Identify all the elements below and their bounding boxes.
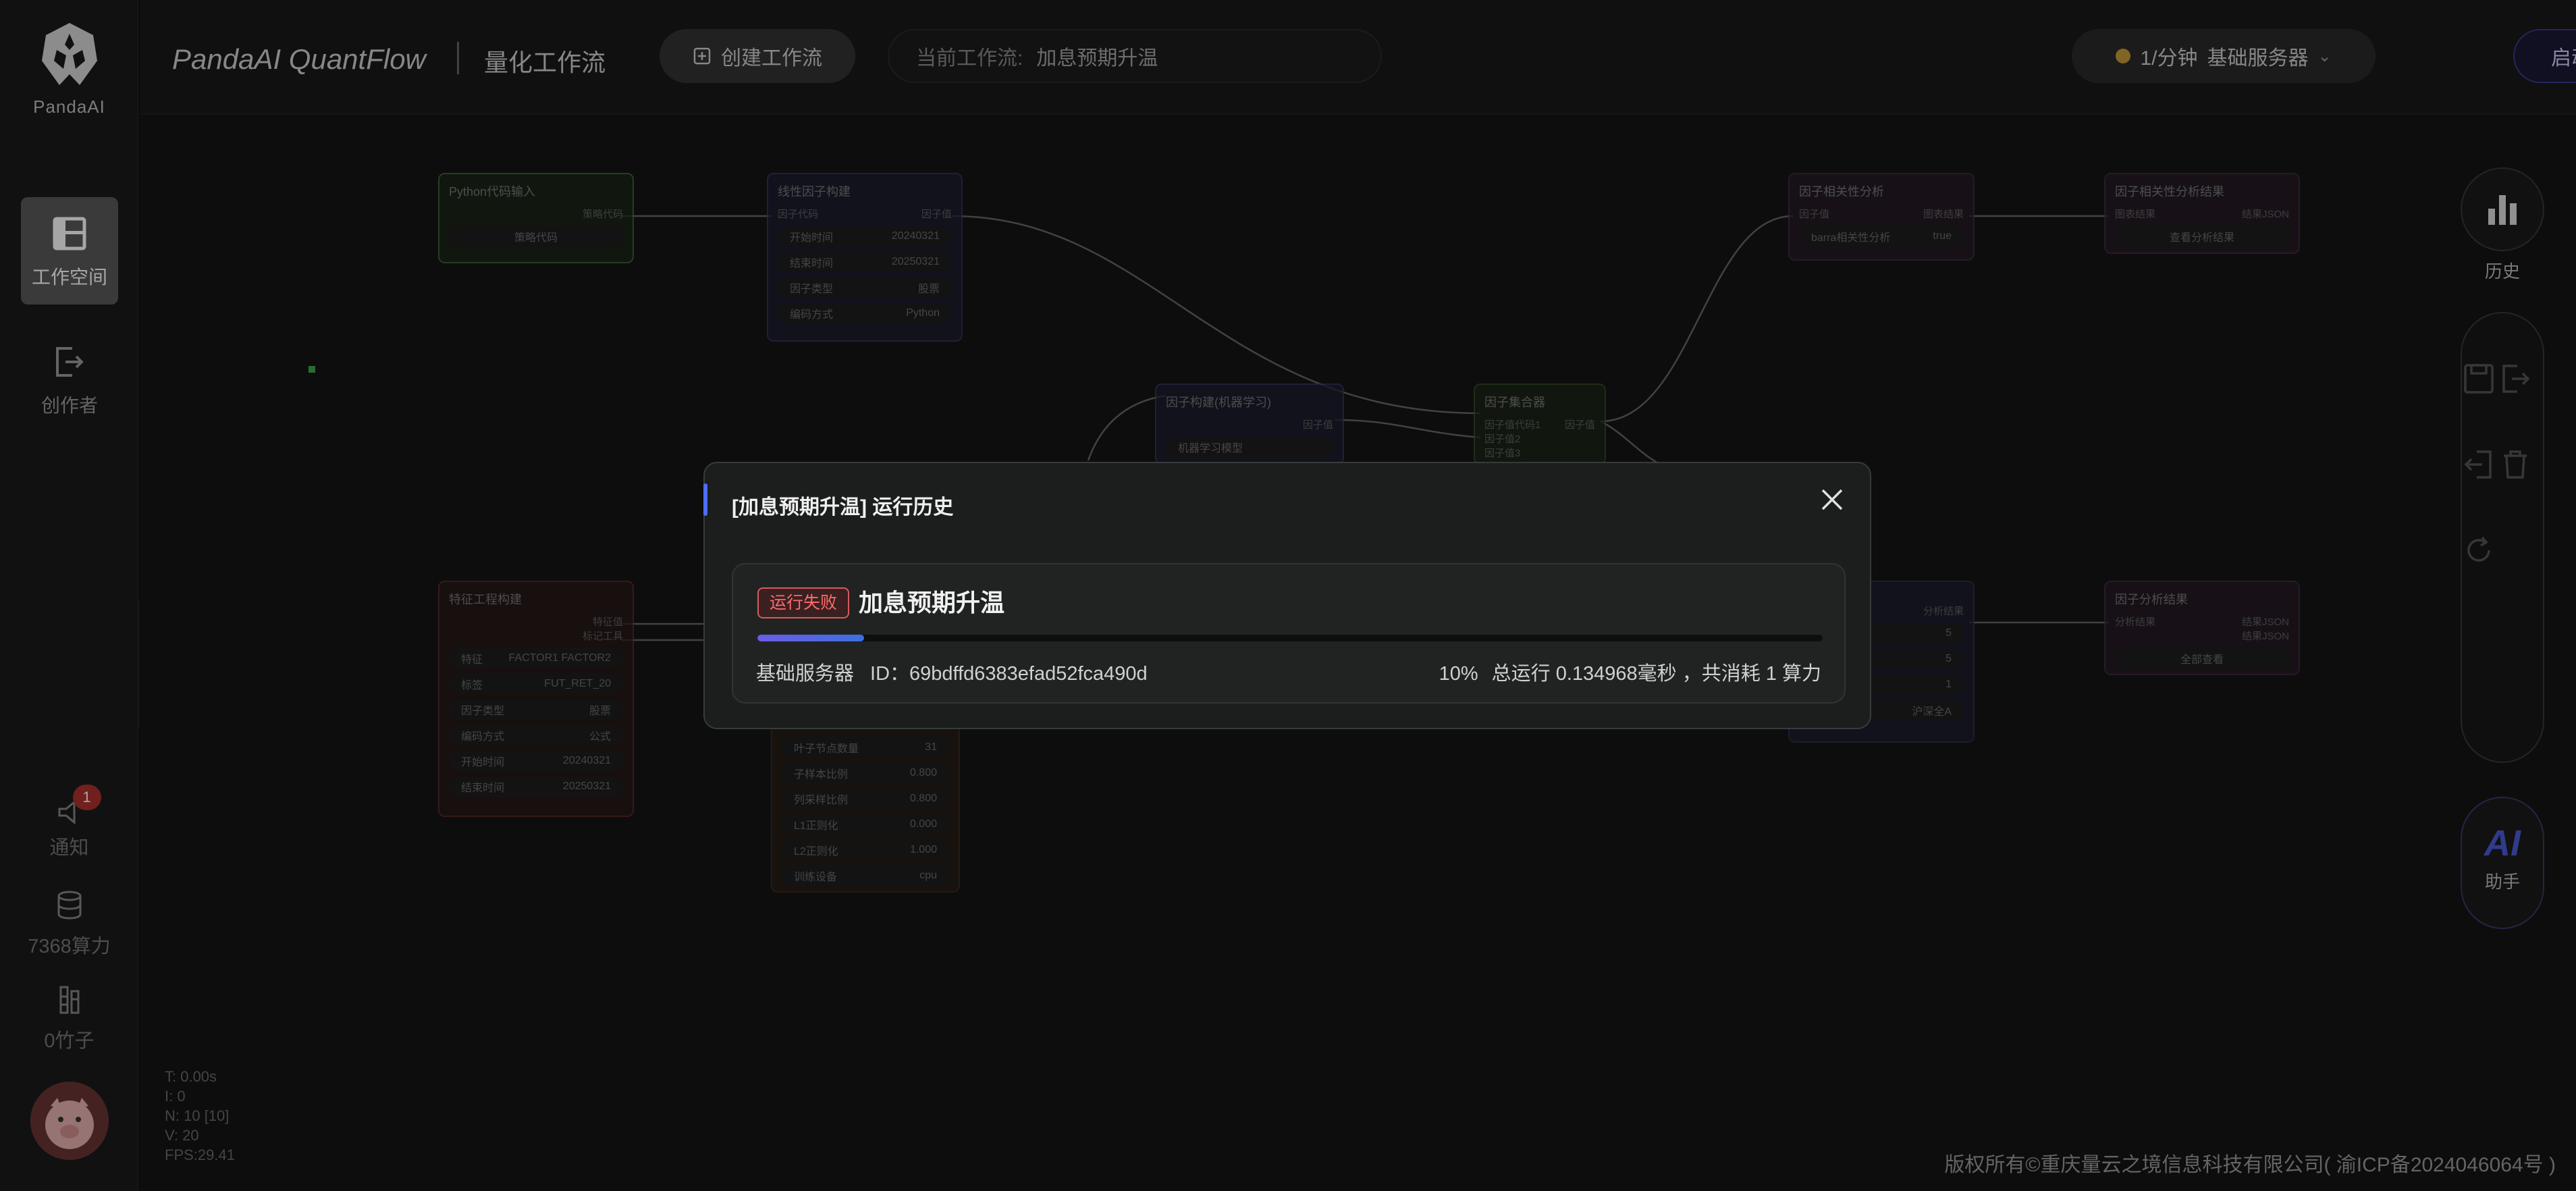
run-id: 69bdffd6383efad52fca490d <box>909 663 1148 685</box>
run-meta: 基础服务器 ID：69bdffd6383efad52fca490d <box>756 658 1148 686</box>
modal-title: [加息预期升温] 运行历史 <box>732 496 954 519</box>
run-history-modal: [加息预期升温] 运行历史 运行失败 加息预期升温 基础服务器 ID：69bdff… <box>703 462 1871 729</box>
close-icon[interactable] <box>1820 487 1844 512</box>
run-summary: 总运行 0.134968毫秒 ，共消耗 1 算力 <box>1491 663 1821 685</box>
run-progress-fill <box>757 635 864 641</box>
run-progress-bar <box>757 635 1823 641</box>
run-percent: 10% <box>1439 663 1478 685</box>
run-name: 加息预期升温 <box>859 589 1005 616</box>
run-stats: 10% 总运行 0.134968毫秒 ，共消耗 1 算力 <box>1439 658 1821 686</box>
status-badge: 运行失败 <box>757 587 850 618</box>
run-server: 基础服务器 <box>756 663 855 685</box>
run-id-label: ID： <box>870 663 910 685</box>
run-history-item[interactable]: 运行失败 加息预期升温 基础服务器 ID：69bdffd6383efad52fca… <box>732 563 1846 704</box>
modal-accent-bar <box>703 483 707 516</box>
